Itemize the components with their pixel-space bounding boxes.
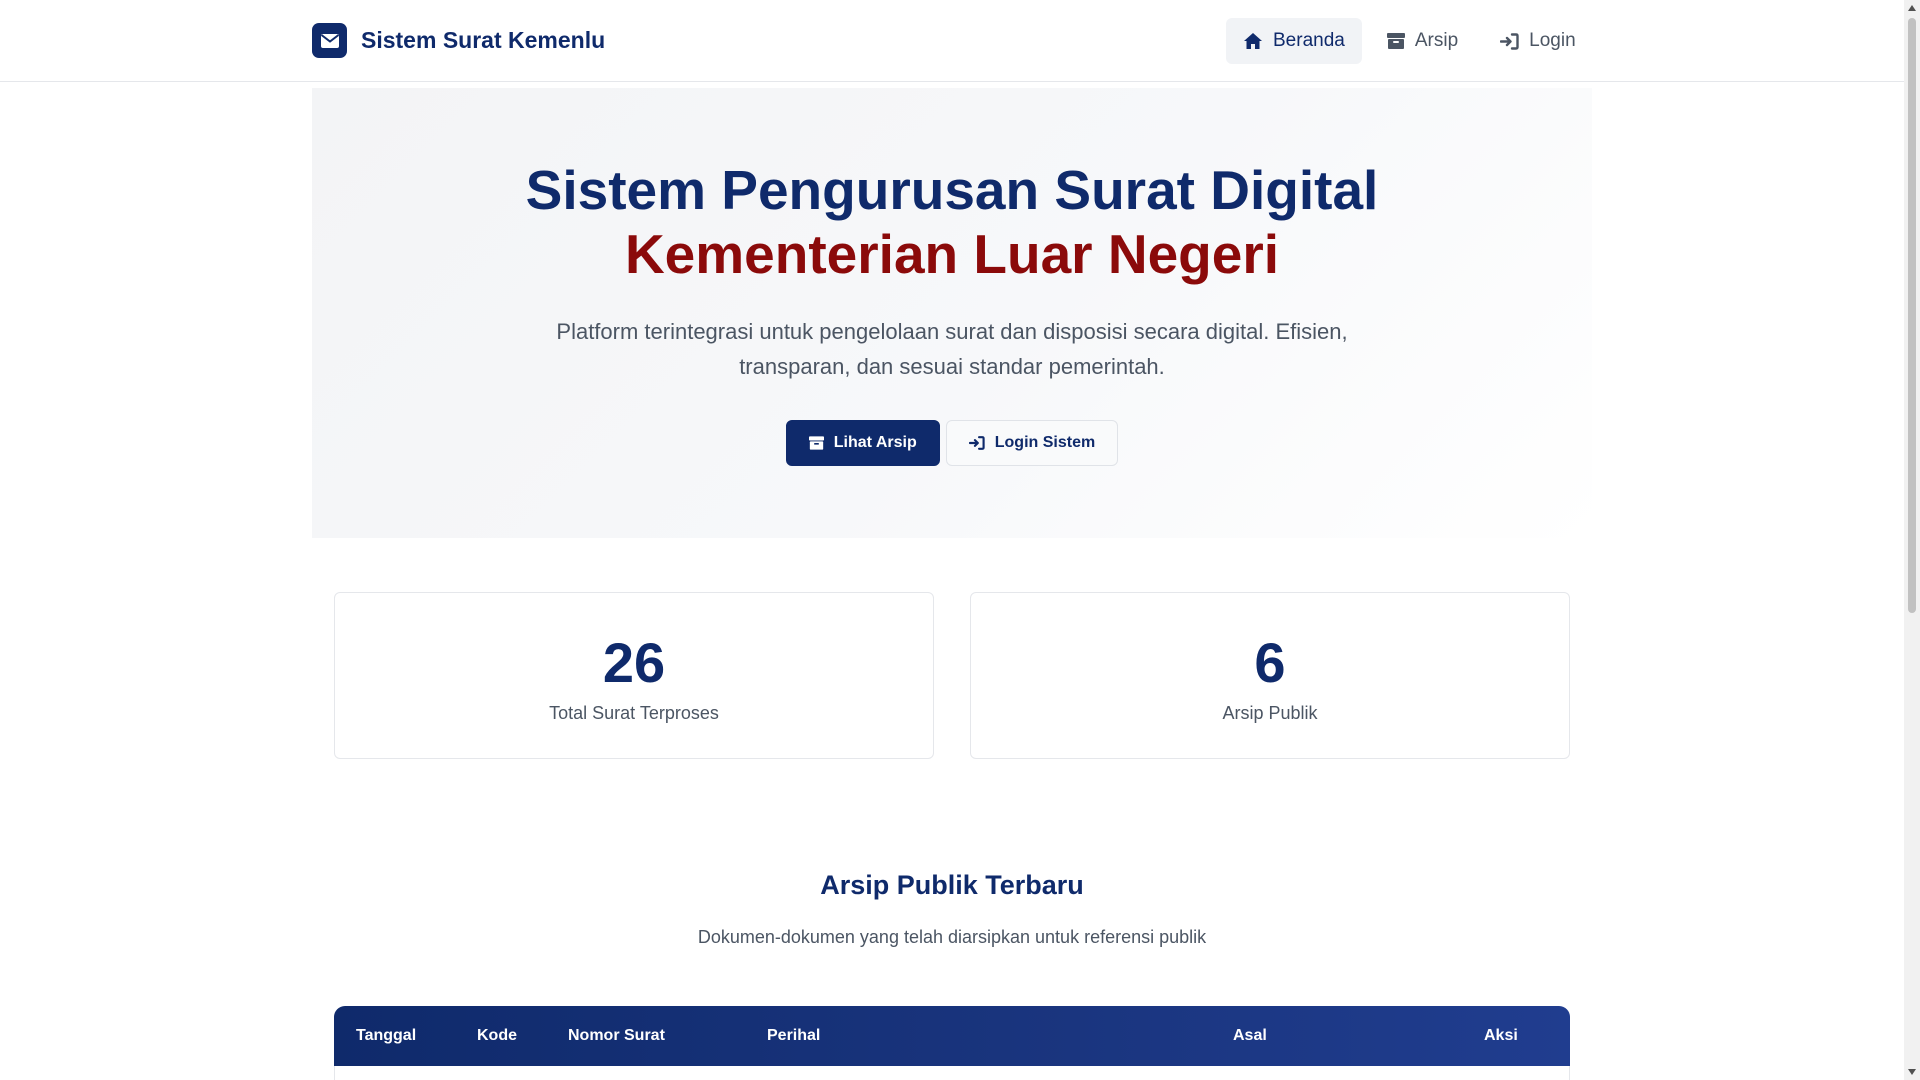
- stat-value: 6: [1254, 631, 1286, 694]
- hero-title-line2: Kementerian Luar Negeri: [624, 223, 1280, 285]
- nav-item-label: Arsip: [1414, 30, 1459, 51]
- column-header-aksi[interactable]: Aksi: [1484, 1006, 1518, 1066]
- nav-item-arsip[interactable]: Arsip: [1370, 18, 1475, 64]
- main-nav: Beranda Arsip Login: [1226, 18, 1904, 64]
- stat-card-arsip-publik: 6 Arsip Publik: [970, 592, 1570, 759]
- brand[interactable]: Sistem Surat Kemenlu: [312, 23, 605, 58]
- stat-label: Total Surat Terproses: [549, 703, 719, 723]
- scrollbar-thumb[interactable]: [1908, 18, 1916, 613]
- envelope-icon: [312, 23, 347, 58]
- hero-title-line1: Sistem Pengurusan Surat Digital: [525, 159, 1379, 221]
- column-header-kode[interactable]: Kode: [477, 1006, 517, 1066]
- table-header: Tanggal Kode Nomor Surat Perihal Asal Ak…: [334, 1006, 1570, 1066]
- top-navbar: Sistem Surat Kemenlu Beranda Arsip Login: [0, 0, 1904, 82]
- column-header-tanggal[interactable]: Tanggal: [356, 1006, 416, 1066]
- hero-section: Sistem Pengurusan Surat Digital Kementer…: [312, 88, 1592, 538]
- column-header-perihal[interactable]: Perihal: [767, 1006, 820, 1066]
- hero-subtitle: Platform terintegrasi untuk pengelolaan …: [556, 319, 1348, 379]
- login-icon: [968, 436, 985, 450]
- archive-table: Tanggal Kode Nomor Surat Perihal Asal Ak…: [334, 1006, 1570, 1080]
- column-header-asal[interactable]: Asal: [1233, 1006, 1267, 1066]
- nav-item-login[interactable]: Login: [1483, 18, 1593, 64]
- nav-item-beranda[interactable]: Beranda: [1226, 18, 1362, 64]
- scroll-up-arrow-icon[interactable]: [1904, 0, 1920, 16]
- section-title: Arsip Publik Terbaru: [820, 870, 1084, 900]
- login-sistem-button[interactable]: Login Sistem: [945, 420, 1119, 466]
- page-scrollbar[interactable]: [1904, 0, 1920, 1080]
- stat-value: 26: [602, 631, 666, 694]
- login-sistem-label: Login Sistem: [994, 434, 1096, 451]
- archive-icon: [1386, 33, 1405, 49]
- home-icon: [1244, 33, 1262, 49]
- login-icon: [1500, 32, 1519, 50]
- hero-title: Sistem Pengurusan Surat Digital Kementer…: [312, 158, 1592, 286]
- scroll-down-arrow-icon[interactable]: [1904, 1064, 1920, 1080]
- lihat-arsip-button[interactable]: Lihat Arsip: [785, 420, 940, 466]
- archive-icon: [808, 436, 824, 450]
- nav-item-label: Login: [1529, 30, 1576, 51]
- stat-card-total-surat: 26 Total Surat Terproses: [334, 592, 934, 759]
- column-header-nomor-surat[interactable]: Nomor Surat: [568, 1006, 665, 1066]
- nav-item-label: Beranda: [1273, 30, 1345, 51]
- brand-name: Sistem Surat Kemenlu: [361, 27, 606, 53]
- table-row: [334, 1066, 1570, 1080]
- stat-label: Arsip Publik: [1222, 703, 1318, 723]
- section-subtitle: Dokumen-dokumen yang telah diarsipkan un…: [697, 927, 1207, 947]
- hero-actions: Lihat Arsip Login Sistem: [312, 420, 1592, 466]
- lihat-arsip-label: Lihat Arsip: [833, 434, 917, 451]
